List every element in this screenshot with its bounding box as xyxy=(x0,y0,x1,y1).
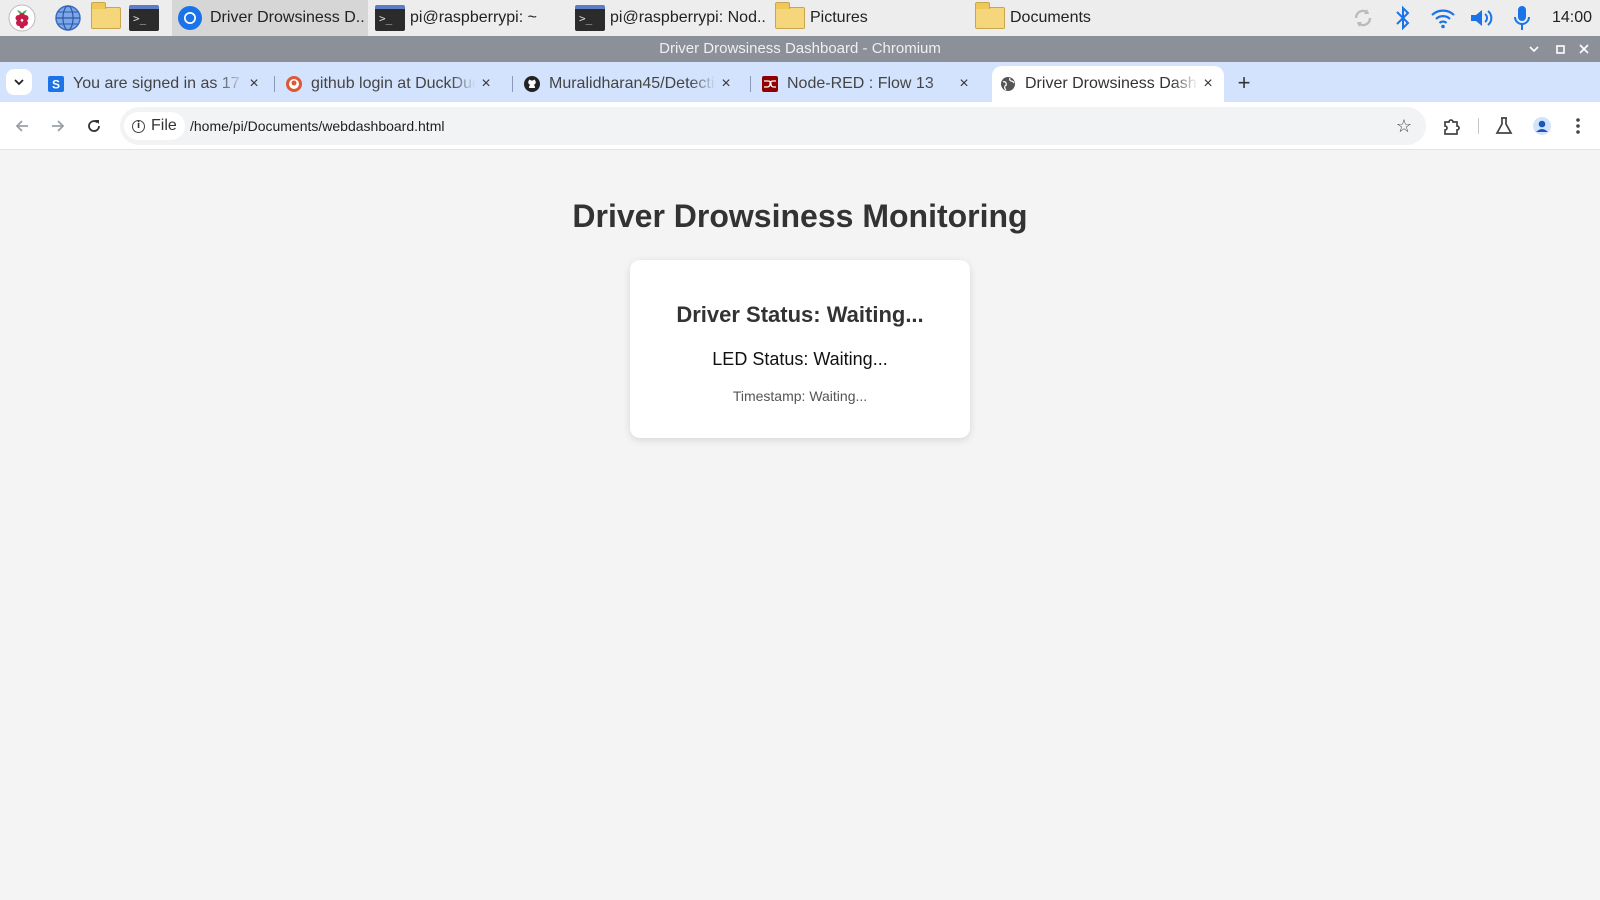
github-icon xyxy=(524,76,540,92)
node-red-icon xyxy=(762,76,778,92)
wifi-icon[interactable] xyxy=(1428,0,1458,36)
info-icon: i xyxy=(132,119,145,133)
address-bar[interactable]: i File /home/pi/Documents/webdashboard.h… xyxy=(120,107,1426,145)
timestamp: Timestamp: Waiting... xyxy=(732,388,868,404)
maximize-icon[interactable] xyxy=(1548,36,1572,62)
volume-icon[interactable] xyxy=(1466,0,1498,36)
tab-driver-drowsiness[interactable]: Driver Drowsiness Dash × xyxy=(992,66,1224,102)
task-label: pi@raspberrypi: Nod.. xyxy=(610,9,766,26)
s-app-icon: S xyxy=(48,76,64,92)
tab-close-icon[interactable]: × xyxy=(954,74,974,94)
task-label: pi@raspberrypi: ~ xyxy=(410,9,537,26)
tab-title: Driver Drowsiness Dash xyxy=(1025,75,1197,92)
globe-icon xyxy=(1000,76,1016,92)
tab-separator xyxy=(750,76,751,92)
tab-close-icon[interactable]: × xyxy=(1198,74,1218,94)
bluetooth-icon[interactable] xyxy=(1390,0,1416,36)
tab-title: Node-RED : Flow 13 xyxy=(787,75,934,92)
tab-close-icon[interactable]: × xyxy=(716,74,736,94)
task-chromium[interactable]: Driver Drowsiness D.. xyxy=(172,0,368,36)
folder-icon xyxy=(974,2,1006,33)
tab-close-icon[interactable]: × xyxy=(244,74,264,94)
terminal-launcher-icon[interactable]: >_ xyxy=(128,3,160,33)
sync-icon[interactable] xyxy=(1348,0,1378,36)
tab-separator xyxy=(512,76,513,92)
site-info-chip[interactable]: i File xyxy=(124,112,185,140)
task-pictures[interactable]: Pictures xyxy=(772,0,962,36)
close-window-icon[interactable] xyxy=(1572,36,1596,62)
task-label: Driver Drowsiness D.. xyxy=(210,9,365,26)
site-info-label: File xyxy=(151,117,177,134)
tab-github[interactable]: Muralidharan45/Detecti × xyxy=(516,66,742,102)
clock[interactable]: 14:00 xyxy=(1552,0,1592,36)
url-text[interactable]: /home/pi/Documents/webdashboard.html xyxy=(190,107,444,145)
more-menu-icon[interactable] xyxy=(1566,114,1590,138)
status-card: Driver Status: Waiting... LED Status: Wa… xyxy=(630,260,970,438)
raspberry-pi-menu-icon[interactable] xyxy=(6,3,38,33)
task-documents[interactable]: Documents xyxy=(972,0,1162,36)
labs-flask-icon[interactable] xyxy=(1492,114,1516,138)
new-tab-plus-icon[interactable]: + xyxy=(1232,72,1256,96)
task-terminal-node[interactable]: >_ pi@raspberrypi: Nod.. xyxy=(572,0,768,36)
back-arrow-icon[interactable] xyxy=(10,114,34,138)
tab-node-red[interactable]: Node-RED : Flow 13 × xyxy=(754,66,980,102)
taskbar: >_ Driver Drowsiness D.. >_ pi@raspberry… xyxy=(0,0,1600,36)
terminal-icon: >_ xyxy=(374,3,406,33)
tab-separator xyxy=(274,76,275,92)
minimize-icon[interactable] xyxy=(1522,36,1546,62)
duckduckgo-icon xyxy=(286,76,302,92)
toolbar-separator xyxy=(1478,118,1479,134)
tab-search-chevron-icon[interactable] xyxy=(6,69,32,95)
bookmark-star-icon[interactable]: ☆ xyxy=(1394,116,1414,136)
file-manager-icon[interactable] xyxy=(90,2,122,33)
folder-icon xyxy=(774,2,806,33)
tab-duckduckgo[interactable]: github login at DuckDuc × xyxy=(278,66,502,102)
led-status: LED Status: Waiting... xyxy=(712,349,888,369)
tab-signed-in[interactable]: S You are signed in as 17 × xyxy=(40,66,270,102)
tab-title: You are signed in as 17 xyxy=(73,75,240,92)
microphone-icon[interactable] xyxy=(1508,0,1536,36)
page-content: Driver Drowsiness Monitoring Driver Stat… xyxy=(0,150,1600,900)
page-title: Driver Drowsiness Monitoring xyxy=(572,198,1028,234)
tab-close-icon[interactable]: × xyxy=(476,74,496,94)
task-terminal-home[interactable]: >_ pi@raspberrypi: ~ xyxy=(372,0,562,36)
tab-strip: S You are signed in as 17 × github login… xyxy=(0,62,1600,102)
window-titlebar[interactable]: Driver Drowsiness Dashboard - Chromium xyxy=(0,36,1600,62)
chromium-icon xyxy=(174,3,206,33)
web-browser-icon[interactable] xyxy=(52,3,84,33)
extensions-puzzle-icon[interactable] xyxy=(1440,114,1464,138)
profile-avatar-icon[interactable] xyxy=(1530,114,1554,138)
browser-toolbar: i File /home/pi/Documents/webdashboard.h… xyxy=(0,102,1600,150)
tab-title: github login at DuckDuc xyxy=(311,75,476,92)
terminal-icon: >_ xyxy=(574,3,606,33)
task-label: Pictures xyxy=(810,9,868,26)
driver-status: Driver Status: Waiting... xyxy=(676,302,924,327)
forward-arrow-icon[interactable] xyxy=(46,114,70,138)
svg-text:S: S xyxy=(52,78,60,92)
reload-icon[interactable] xyxy=(82,114,106,138)
window-title: Driver Drowsiness Dashboard - Chromium xyxy=(659,40,941,57)
tab-title: Muralidharan45/Detecti xyxy=(549,75,715,92)
task-label: Documents xyxy=(1010,9,1091,26)
